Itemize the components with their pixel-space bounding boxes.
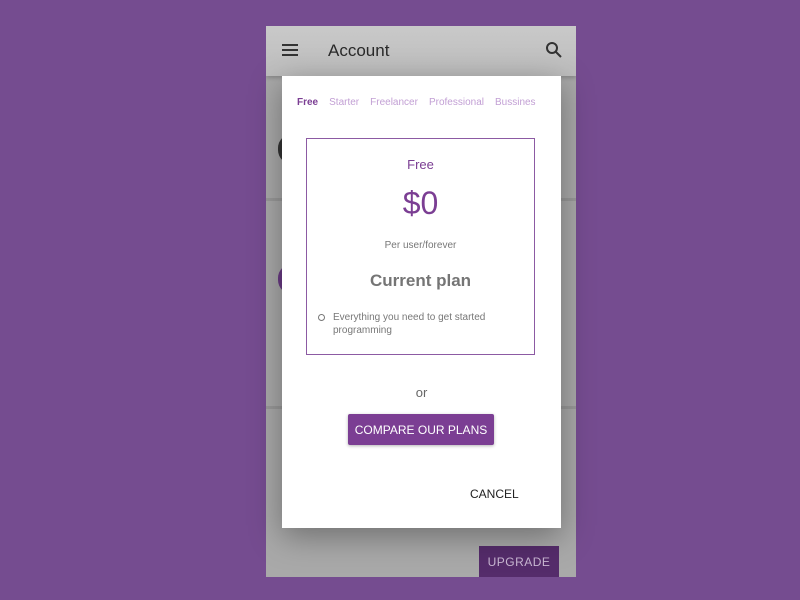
plan-tabs: Free Starter Freelancer Professional Bus…: [297, 97, 536, 108]
plan-price: $0: [402, 185, 439, 221]
plan-card: Free $0 Per user/forever Current plan Ev…: [306, 138, 535, 355]
tab-business[interactable]: Bussines: [495, 97, 536, 108]
feature-item: Everything you need to get started progr…: [318, 311, 518, 337]
page-title: Account: [328, 41, 390, 60]
or-label: or: [415, 385, 428, 400]
tab-starter[interactable]: Starter: [329, 97, 359, 108]
tab-freelancer[interactable]: Freelancer: [370, 97, 418, 108]
plans-dialog: Free Starter Freelancer Professional Bus…: [282, 76, 561, 528]
plan-name: Free: [407, 157, 434, 172]
plan-status: Current plan: [369, 271, 472, 290]
menu-icon[interactable]: [282, 44, 298, 56]
plan-period: Per user/forever: [384, 240, 457, 251]
tab-professional[interactable]: Professional: [429, 97, 484, 108]
bullet-icon: [318, 314, 325, 321]
tab-free[interactable]: Free: [297, 97, 318, 108]
compare-plans-button[interactable]: COMPARE OUR PLANS: [348, 414, 494, 445]
feature-text: Everything you need to get started progr…: [333, 312, 486, 336]
search-icon[interactable]: [545, 41, 563, 59]
app-bar: Account: [266, 26, 576, 76]
upgrade-button[interactable]: UPGRADE: [479, 546, 559, 577]
cancel-button[interactable]: CANCEL: [470, 487, 519, 501]
